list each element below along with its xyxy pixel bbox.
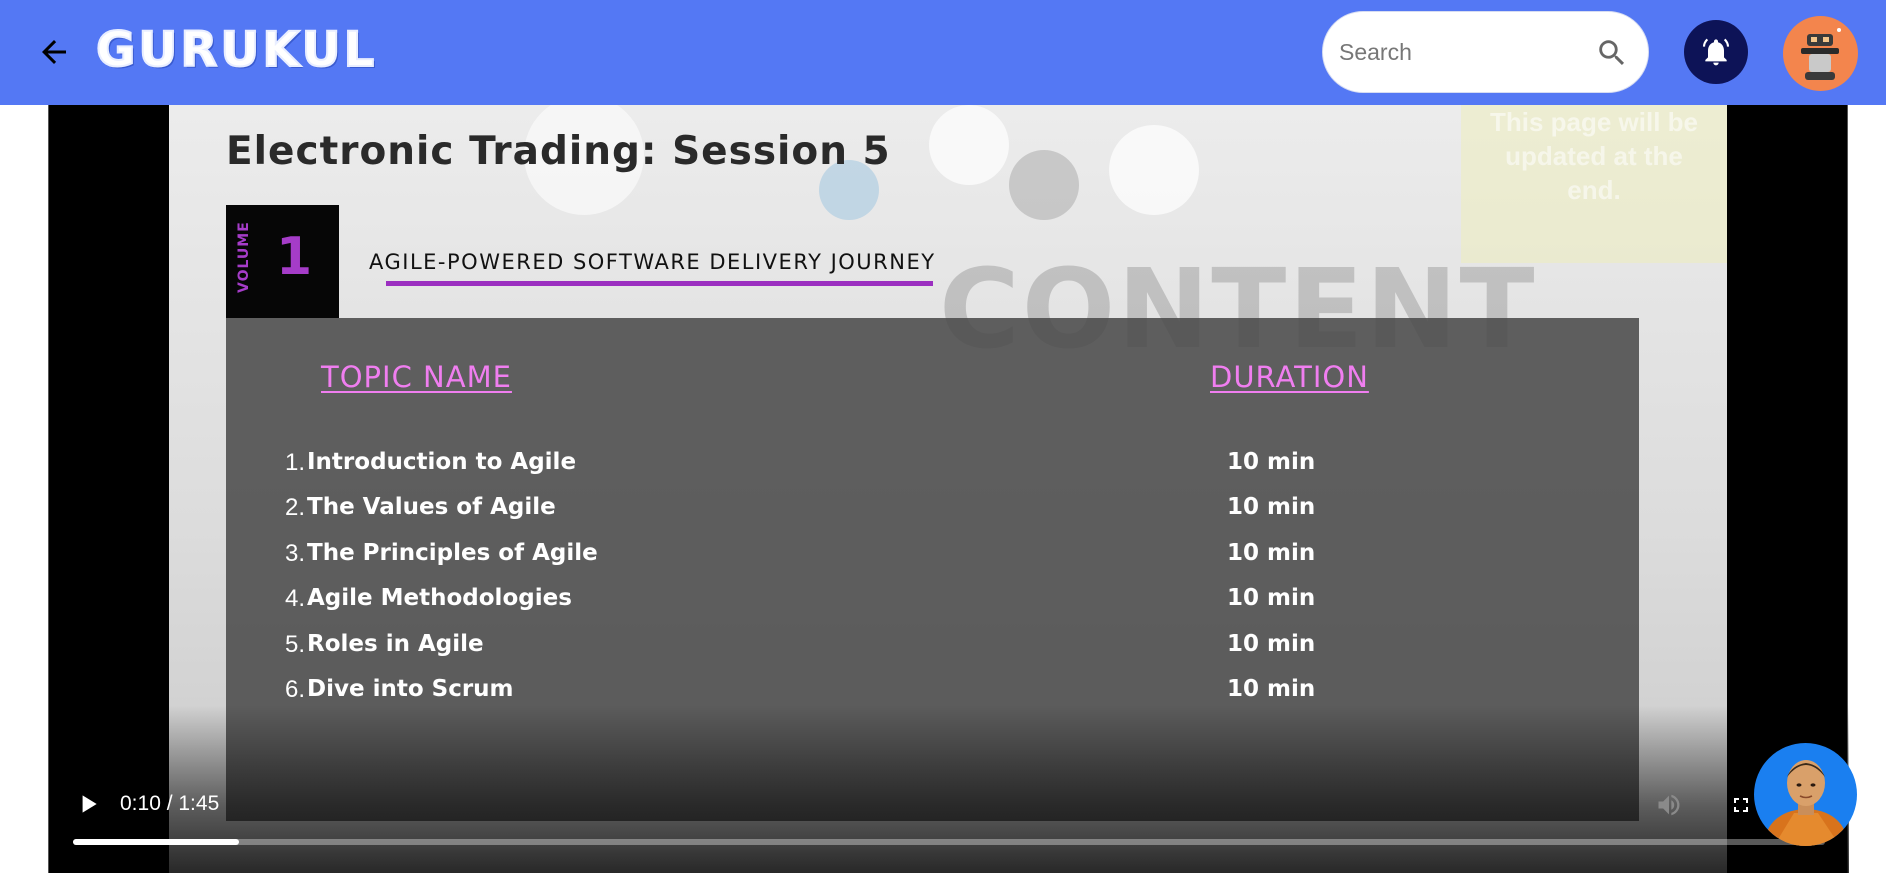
- topic-number: 6.: [285, 676, 306, 703]
- topic-number: 1.: [285, 449, 306, 476]
- topic-name: The Values of Agile: [307, 494, 556, 520]
- video-player[interactable]: CONTENT This page will be updated at the…: [48, 105, 1849, 873]
- video-progress-bar[interactable]: [73, 839, 1825, 845]
- topic-duration: 10 min: [1227, 631, 1316, 657]
- search-input[interactable]: [1339, 30, 1589, 74]
- notifications-button[interactable]: [1684, 20, 1748, 84]
- bell-icon: [1702, 38, 1730, 66]
- topic-number: 4.: [285, 585, 306, 612]
- topic-row: 2. The Values of Agile 10 min: [285, 488, 1485, 528]
- topic-name: Agile Methodologies: [307, 585, 572, 611]
- volume-number: 1: [276, 227, 313, 287]
- topic-row: 6. Dive into Scrum 10 min: [285, 670, 1485, 710]
- volume-badge: VOLUME 1: [226, 205, 339, 318]
- monk-assistant-icon: [1766, 760, 1846, 846]
- video-progress-fill: [73, 839, 240, 845]
- journey-underline: [386, 281, 933, 286]
- search-bar[interactable]: [1322, 11, 1649, 93]
- app-header: GURUKUL: [0, 0, 1886, 105]
- fullscreen-icon[interactable]: [1729, 793, 1753, 817]
- duration-header: DURATION: [1210, 360, 1369, 394]
- user-avatar[interactable]: [1783, 16, 1858, 91]
- time-display: 0:10 / 1:45: [120, 792, 220, 815]
- topic-row: 5. Roles in Agile 10 min: [285, 625, 1485, 665]
- journey-title: AGILE-POWERED SOFTWARE DELIVERY JOURNEY: [369, 250, 936, 274]
- topic-duration: 10 min: [1227, 494, 1316, 520]
- player-controls-overlay: [49, 705, 1849, 873]
- topic-name: Introduction to Agile: [307, 449, 577, 475]
- back-arrow-icon[interactable]: [36, 34, 72, 70]
- topic-name-header: TOPIC NAME: [321, 360, 512, 394]
- topic-name: Roles in Agile: [307, 631, 484, 657]
- topic-number: 5.: [285, 631, 306, 658]
- topic-row: 1. Introduction to Agile 10 min: [285, 443, 1485, 483]
- background-shape: [1009, 150, 1079, 220]
- play-icon[interactable]: [75, 791, 101, 817]
- background-shape: [1109, 125, 1199, 215]
- topic-number: 3.: [285, 540, 306, 567]
- search-icon[interactable]: [1595, 36, 1629, 70]
- volume-icon[interactable]: [1655, 791, 1683, 819]
- topic-number: 2.: [285, 494, 306, 521]
- volume-label: VOLUME: [236, 221, 252, 293]
- robot-avatar-icon: [1801, 28, 1841, 80]
- background-note: This page will be updated at the end.: [1461, 105, 1727, 263]
- topic-name: The Principles of Agile: [307, 540, 598, 566]
- session-title: Electronic Trading: Session 5: [226, 129, 891, 174]
- topic-name: Dive into Scrum: [307, 676, 514, 702]
- topic-duration: 10 min: [1227, 676, 1316, 702]
- topic-row: 4. Agile Methodologies 10 min: [285, 579, 1485, 619]
- ai-assistant-avatar[interactable]: [1754, 743, 1857, 846]
- topic-duration: 10 min: [1227, 540, 1316, 566]
- topic-duration: 10 min: [1227, 449, 1316, 475]
- topic-row: 3. The Principles of Agile 10 min: [285, 534, 1485, 574]
- gurukul-logo[interactable]: GURUKUL: [95, 21, 377, 79]
- background-shape: [929, 105, 1009, 185]
- topic-duration: 10 min: [1227, 585, 1316, 611]
